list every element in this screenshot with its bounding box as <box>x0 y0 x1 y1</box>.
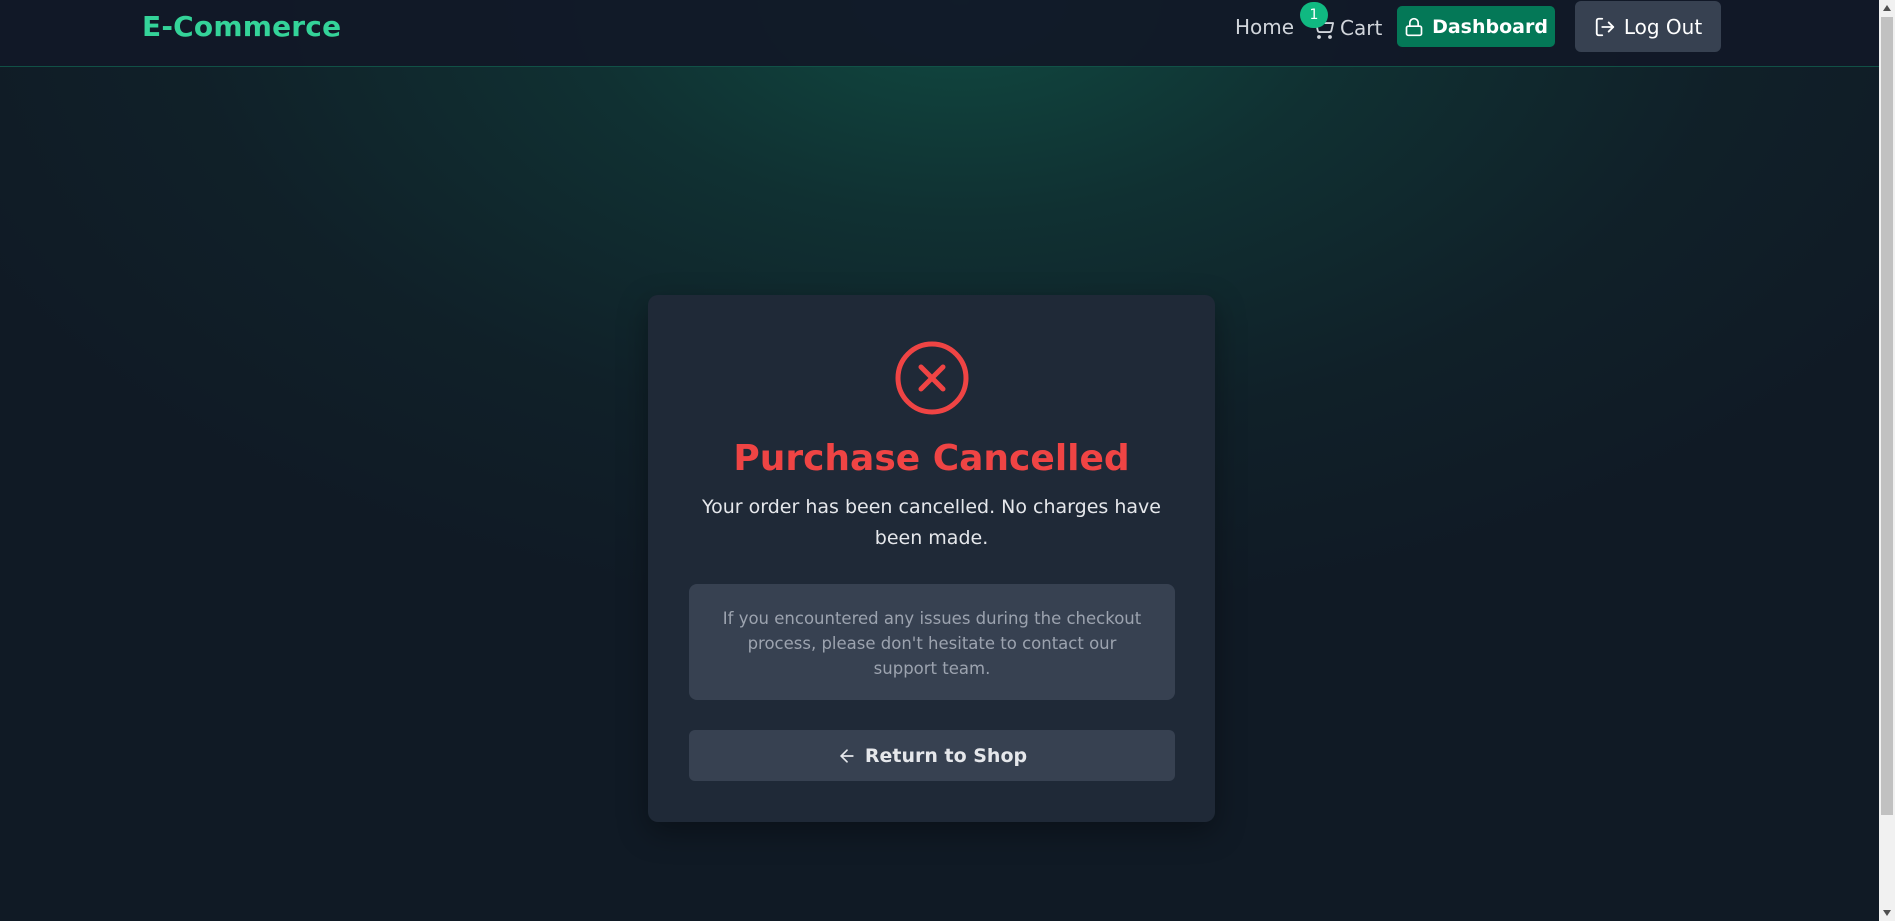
return-to-shop-label: Return to Shop <box>864 744 1028 767</box>
cart-count-badge: 1 <box>1300 2 1328 28</box>
dashboard-label: Dashboard <box>1432 15 1548 38</box>
nav-cart-label: Cart <box>1340 16 1383 40</box>
log-out-icon <box>1595 17 1614 36</box>
cancel-message: Your order has been cancelled. No charge… <box>702 496 1161 549</box>
navbar: E-Commerce Home Cart 1 Dashboard Log Out <box>0 0 1879 67</box>
return-to-shop-button[interactable]: Return to Shop <box>689 730 1175 781</box>
lock-icon <box>1405 17 1423 36</box>
nav-home-link[interactable]: Home <box>1235 15 1294 39</box>
logout-label: Log Out <box>1623 14 1703 39</box>
cancel-card: Purchase Cancelled Your order has been c… <box>648 295 1215 822</box>
arrow-left-icon <box>840 748 854 763</box>
scrollbar-thumb[interactable] <box>1881 17 1893 815</box>
vertical-scrollbar[interactable] <box>1879 0 1895 921</box>
page-title: Purchase Cancelled <box>733 438 1130 479</box>
scroll-up-arrow-icon[interactable] <box>1879 0 1895 16</box>
logo[interactable]: E-Commerce <box>142 10 341 43</box>
dashboard-button[interactable]: Dashboard <box>1397 6 1555 47</box>
x-circle-icon <box>895 341 969 415</box>
scroll-down-arrow-icon[interactable] <box>1879 905 1895 921</box>
logout-button[interactable]: Log Out <box>1575 1 1721 52</box>
support-info-box: If you encountered any issues during the… <box>689 584 1175 700</box>
